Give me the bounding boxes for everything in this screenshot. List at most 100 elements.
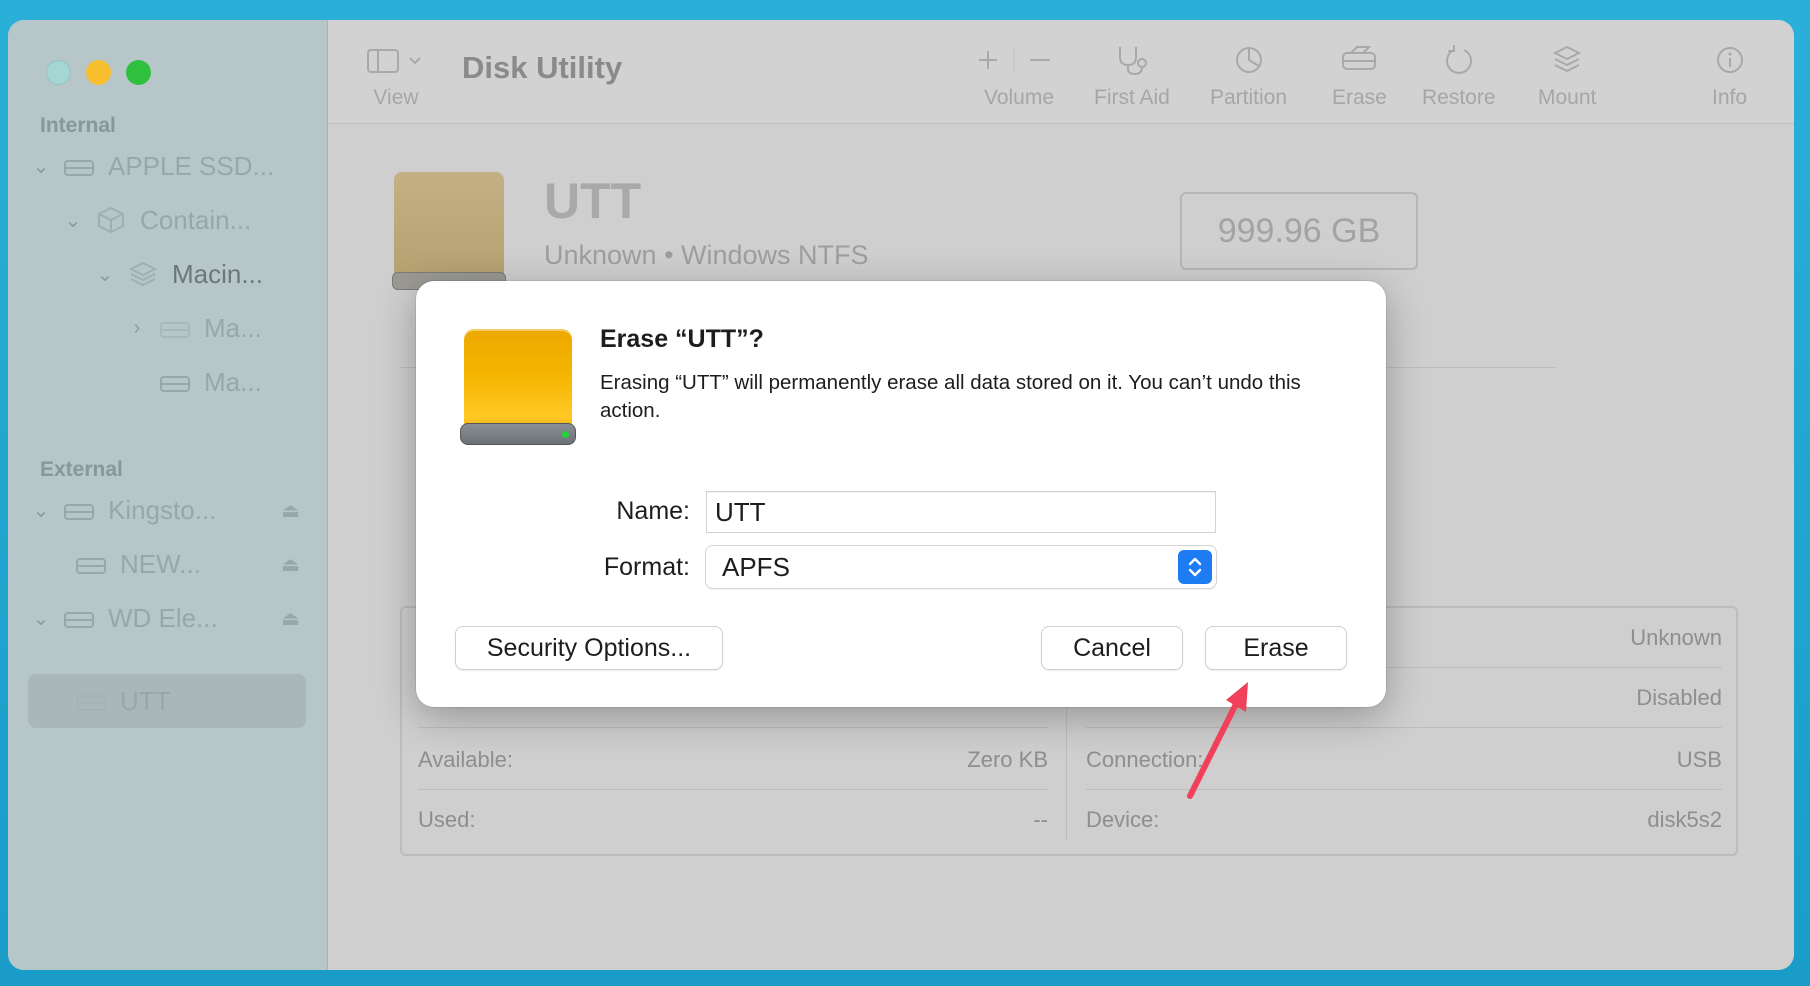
restore-arrow-icon <box>1442 40 1476 80</box>
name-field-value: UTT <box>715 496 766 527</box>
zoom-button[interactable] <box>126 60 151 85</box>
eject-icon[interactable]: ⏏ <box>281 606 300 631</box>
sidebar-item-label: UTT <box>120 685 171 716</box>
disk-subtitle: Unknown • Windows NTFS <box>544 240 869 270</box>
restore-button[interactable]: Restore <box>1422 40 1496 110</box>
eject-icon[interactable]: ⏏ <box>281 552 300 577</box>
sidebar-section-external: External <box>40 458 123 481</box>
chevron-down-icon[interactable]: ⌄ <box>28 154 54 179</box>
restore-label: Restore <box>1422 86 1496 109</box>
sidebar-item-label: APPLE SSD... <box>108 150 275 181</box>
sidebar-section-internal: Internal <box>40 114 116 137</box>
chevron-down-icon[interactable]: ⌄ <box>60 208 86 233</box>
info-label: Used: <box>418 807 476 832</box>
stethoscope-icon <box>1112 40 1152 80</box>
info-value: Unknown <box>1630 624 1722 650</box>
plus-minus-icon <box>974 40 1064 80</box>
eraser-drive-icon <box>1339 40 1379 80</box>
drive-icon <box>62 606 96 630</box>
disk-name: UTT <box>544 173 642 229</box>
toolbar: View Disk Utility Volume First Aid Parti… <box>328 20 1794 124</box>
view-label: View <box>373 86 419 109</box>
sidebar-item-new-volume[interactable]: ⌄ NEW... ⏏ <box>60 544 300 584</box>
sidebar-item-label: Ma... <box>204 312 262 343</box>
dialog-title: Erase “UTT”? <box>600 325 764 353</box>
partition-button[interactable]: Partition <box>1210 40 1287 110</box>
external-drive-icon <box>392 172 506 290</box>
format-select[interactable]: APFS <box>706 546 1216 588</box>
format-select-value: APFS <box>722 551 790 582</box>
sidebar-item-macintosh-hd[interactable]: › Ma... <box>124 308 308 348</box>
mount-icon <box>1550 40 1584 80</box>
info-button[interactable]: Info <box>1712 40 1747 110</box>
chevron-down-icon[interactable]: ⌄ <box>28 498 54 523</box>
chevron-down-icon[interactable]: ⌄ <box>92 262 118 287</box>
sidebar-item-kingston[interactable]: ⌄ Kingsto... ⏏ <box>28 490 300 530</box>
info-label: Available: <box>418 746 513 772</box>
drive-led <box>562 431 569 438</box>
drive-icon <box>74 689 108 713</box>
erase-label: Erase <box>1332 86 1387 109</box>
chevron-down-icon[interactable]: ⌄ <box>28 606 54 631</box>
sidebar-item-label: Ma... <box>204 366 262 397</box>
annotation-arrow-icon <box>1187 682 1248 799</box>
minimize-button[interactable] <box>86 60 111 85</box>
format-label: Format: <box>603 553 690 581</box>
security-options-button[interactable]: Security Options... <box>456 627 722 669</box>
name-field[interactable]: UTT <box>706 491 1216 533</box>
info-value: Zero KB <box>967 746 1048 772</box>
drive-icon <box>158 370 192 394</box>
sidebar-item-macintosh[interactable]: ⌄ Macin... <box>92 254 308 294</box>
sidebar-item-utt[interactable]: ⌄ UTT <box>60 681 300 721</box>
info-value: USB <box>1676 746 1722 772</box>
first-aid-label: First Aid <box>1094 86 1170 109</box>
info-icon <box>1713 40 1747 80</box>
drive-icon <box>62 498 96 522</box>
container-icon <box>94 206 128 234</box>
info-value: Disabled <box>1636 684 1722 710</box>
info-label: Info <box>1712 86 1748 109</box>
window-controls <box>46 60 151 85</box>
mount-button[interactable]: Mount <box>1538 40 1596 110</box>
app-title: Disk Utility <box>462 50 623 85</box>
erase-button[interactable]: Erase <box>1206 627 1346 669</box>
drive-icon <box>74 552 108 576</box>
info-value: -- <box>1033 807 1048 832</box>
sidebar-item-label: Macin... <box>172 258 264 289</box>
dialog-message: Erasing “UTT” will permanently erase all… <box>600 371 1301 422</box>
view-button[interactable]: View <box>366 40 426 110</box>
chevron-right-icon[interactable]: › <box>124 317 150 340</box>
sidebar-item-wd-elements[interactable]: ⌄ WD Ele... ⏏ <box>28 598 300 638</box>
sidebar-item-label: Kingsto... <box>108 494 217 525</box>
info-value: disk5s2 <box>1647 807 1722 832</box>
mount-label: Mount <box>1538 86 1597 109</box>
drive-icon <box>158 316 192 340</box>
partition-label: Partition <box>1210 86 1288 109</box>
first-aid-button[interactable]: First Aid <box>1094 40 1170 110</box>
cancel-button[interactable]: Cancel <box>1042 627 1182 669</box>
sidebar-item-container[interactable]: ⌄ Contain... <box>60 200 308 240</box>
drive-icon <box>62 154 96 178</box>
sidebar-item-macintosh-data[interactable]: Ma... <box>150 362 308 402</box>
eject-icon[interactable]: ⏏ <box>281 498 300 523</box>
pie-chart-icon <box>1232 40 1266 80</box>
erase-dialog: Erase “UTT”? Erasing “UTT” will permanen… <box>416 281 1386 707</box>
chevron-updown-icon[interactable] <box>1178 550 1212 584</box>
close-button[interactable] <box>46 60 71 85</box>
sidebar-item-label: NEW... <box>120 548 201 579</box>
volume-label: Volume <box>983 86 1055 109</box>
sidebar-item-apple-ssd[interactable]: ⌄ APPLE SSD... <box>28 146 308 186</box>
sidebar: Internal ⌄ APPLE SSD... ⌄ Contain... ⌄ M… <box>8 20 328 970</box>
drive-base <box>460 423 576 445</box>
volume-stack-icon <box>126 261 160 287</box>
info-label: Device: <box>1086 807 1160 832</box>
erase-toolbar-button[interactable]: Erase <box>1332 40 1387 110</box>
table-row: Available: Zero KB <box>418 730 1048 790</box>
sidebar-toggle-icon <box>366 40 426 80</box>
name-label: Name: <box>616 497 690 525</box>
capacity-badge: 999.96 GB <box>1180 192 1418 270</box>
volume-button[interactable]: Volume <box>974 40 1064 110</box>
table-row: Used: -- <box>418 790 1048 850</box>
sidebar-item-label: WD Ele... <box>108 602 218 633</box>
sidebar-item-label: Contain... <box>140 204 252 235</box>
